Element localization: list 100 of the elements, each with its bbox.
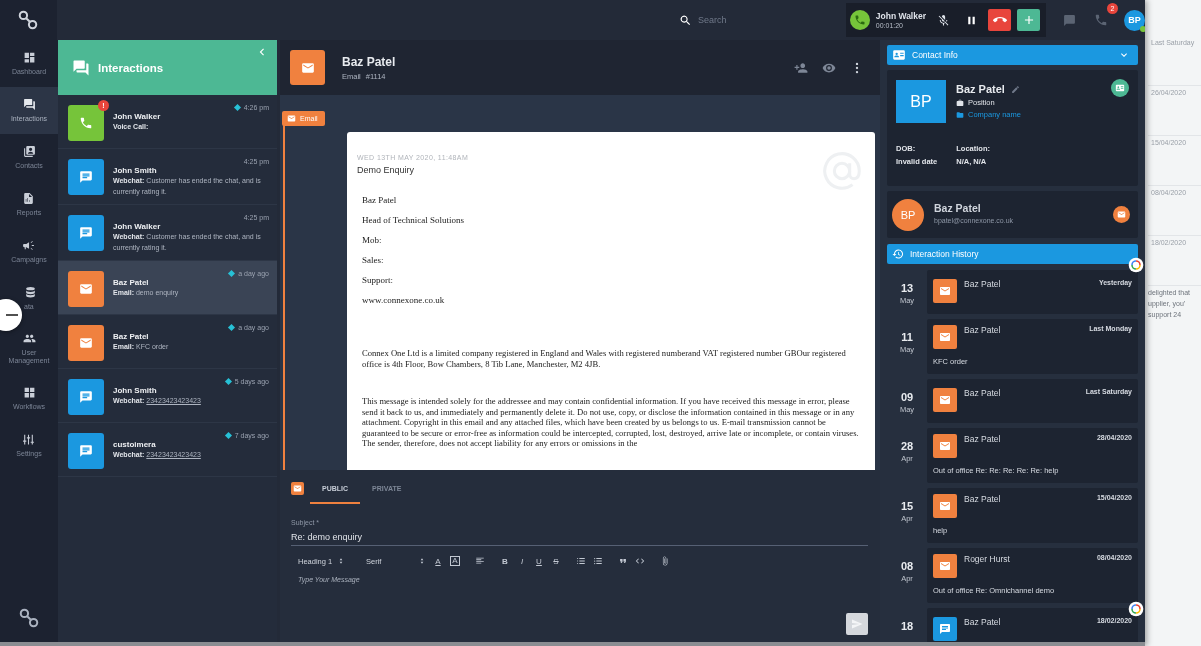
loading-icon	[1128, 257, 1144, 273]
message-icon	[1062, 13, 1076, 27]
signature-line: Mob:	[362, 235, 382, 245]
date-day: 09	[887, 391, 927, 403]
email-button[interactable]	[1113, 206, 1130, 223]
contact-name: Baz Patel	[956, 83, 1005, 95]
code-icon	[635, 556, 645, 566]
bullet-list-icon	[593, 556, 603, 566]
mail-icon	[939, 285, 951, 297]
contact-name: Baz Patel	[113, 332, 149, 341]
contact-name: Baz Patel	[964, 325, 1002, 337]
chat-icon	[72, 58, 90, 77]
format-button[interactable]: B	[497, 553, 513, 569]
format-button[interactable]: S	[548, 553, 564, 569]
contact-name: John Walker	[113, 112, 161, 121]
contact-name: Baz Patel	[934, 201, 982, 214]
contact-name: Baz Patel	[964, 279, 1002, 291]
chat-icon	[79, 226, 93, 240]
contact-name: Baz Patel	[964, 617, 1002, 629]
numbered-list-icon	[576, 556, 586, 566]
mic-off-icon	[936, 13, 950, 27]
chat-icon	[22, 97, 36, 111]
mail-icon	[939, 440, 951, 452]
contact-name: John Smith	[113, 386, 157, 395]
report-icon	[22, 191, 36, 205]
date-day: 08	[887, 560, 927, 572]
hang-up-button[interactable]	[988, 9, 1011, 31]
contact-name: John Walker	[113, 222, 161, 231]
logo-icon	[17, 9, 40, 31]
format-button[interactable]: U	[531, 553, 547, 569]
chat-icon	[79, 444, 93, 458]
subject-field[interactable]: Re: demo enquiry	[291, 532, 868, 542]
loading-icon	[1128, 601, 1144, 617]
contact-name: custoimera	[113, 440, 156, 449]
mail-icon	[939, 394, 951, 406]
contact-name: Baz Patel	[964, 434, 1002, 446]
quote-icon	[618, 556, 628, 566]
id-card-icon	[1115, 83, 1125, 93]
dashboard-icon	[22, 50, 36, 64]
sort-arrows-icon	[418, 557, 426, 565]
contact-name: John Smith	[113, 166, 157, 175]
signature-line: www.connexone.co.uk	[362, 295, 445, 305]
id-card-icon	[892, 48, 906, 62]
megaphone-icon	[22, 238, 36, 252]
mail-icon	[939, 331, 951, 343]
send-icon	[851, 618, 863, 630]
date-day: 11	[887, 331, 927, 343]
format-button[interactable]: I	[514, 553, 530, 569]
panel-title: Interactions	[98, 61, 164, 74]
mail-icon	[939, 560, 951, 572]
contact-name: Baz Patel	[113, 278, 149, 287]
folder-icon	[956, 110, 964, 119]
contact-avatar: BP	[892, 198, 924, 231]
format-button[interactable]: A	[430, 553, 446, 569]
signature-line: Support:	[362, 275, 393, 285]
caller-name: John Walker	[875, 11, 926, 21]
align-left-icon	[475, 556, 485, 566]
mail-icon	[79, 282, 93, 296]
mail-icon	[939, 500, 951, 512]
email-paragraph: Connex One Ltd is a limited company registered in England and Wales with registered numberand VAT registered number GBOur registered office is 4th Floor, Bow Chambers, 8 Tib Lane, Manchester, M2 4JB.	[362, 348, 847, 369]
contact-avatar: BP	[896, 80, 946, 123]
contacts-icon	[22, 144, 36, 158]
phone-icon	[1094, 13, 1108, 27]
add-person-icon	[794, 60, 808, 75]
contact-name: Baz Patel	[964, 388, 1002, 400]
logo-icon	[18, 607, 40, 629]
contact-name: Roger Hurst	[964, 554, 1011, 566]
email-subject: Demo Enquiry	[357, 165, 416, 175]
grid-icon	[22, 385, 36, 399]
edit-button[interactable]	[1010, 84, 1020, 94]
chat-icon	[79, 170, 93, 184]
date-day: 28	[887, 440, 927, 452]
database-icon	[24, 285, 37, 299]
mail-icon	[79, 336, 93, 350]
signature-line: Sales:	[362, 255, 384, 265]
mail-icon	[300, 60, 315, 75]
paperclip-icon	[660, 556, 670, 566]
contact-name: Baz Patel	[342, 54, 396, 69]
history-icon	[892, 248, 904, 260]
contact-card-button[interactable]	[1111, 79, 1129, 97]
date-day: 18	[887, 620, 927, 632]
mail-icon	[1117, 210, 1126, 219]
add-person-button[interactable]	[794, 60, 808, 75]
sliders-icon	[22, 432, 36, 446]
minus-icon	[6, 314, 18, 316]
search-icon	[678, 13, 692, 27]
signature-line: Baz Patel	[362, 195, 397, 205]
date-day: 15	[887, 500, 927, 512]
date-day: 13	[887, 282, 927, 294]
chat-icon	[79, 390, 93, 404]
format-button[interactable]: A	[447, 553, 463, 569]
signature-line: Head of Technical Solutions	[362, 215, 464, 225]
contact-name: Baz Patel	[964, 494, 1002, 506]
briefcase-icon	[956, 98, 964, 107]
pencil-icon	[1010, 84, 1020, 94]
search-field[interactable]: Search	[697, 15, 758, 25]
phone-icon	[79, 116, 93, 130]
email-paragraph: This message is intended solely for the addressee and may contain confidential information. If you have received this message in error, please send it back to us, and immediately and permanently delete it. Do not use, copy, or disclose the information contained in this message or in any attachment. Copyright in this email and any attached files, which have been created by us belongs to us. E-mail transmission cannot be guaranteed to be secure or error-free as information could be intercepted, corrupted, lost, destroyed, arrive late or incomplete, or contain viruses. The sender, therefore, does not accept liability for any errors or omissions in the	[362, 396, 860, 449]
chat-icon	[939, 623, 951, 635]
mail-icon	[287, 114, 296, 123]
